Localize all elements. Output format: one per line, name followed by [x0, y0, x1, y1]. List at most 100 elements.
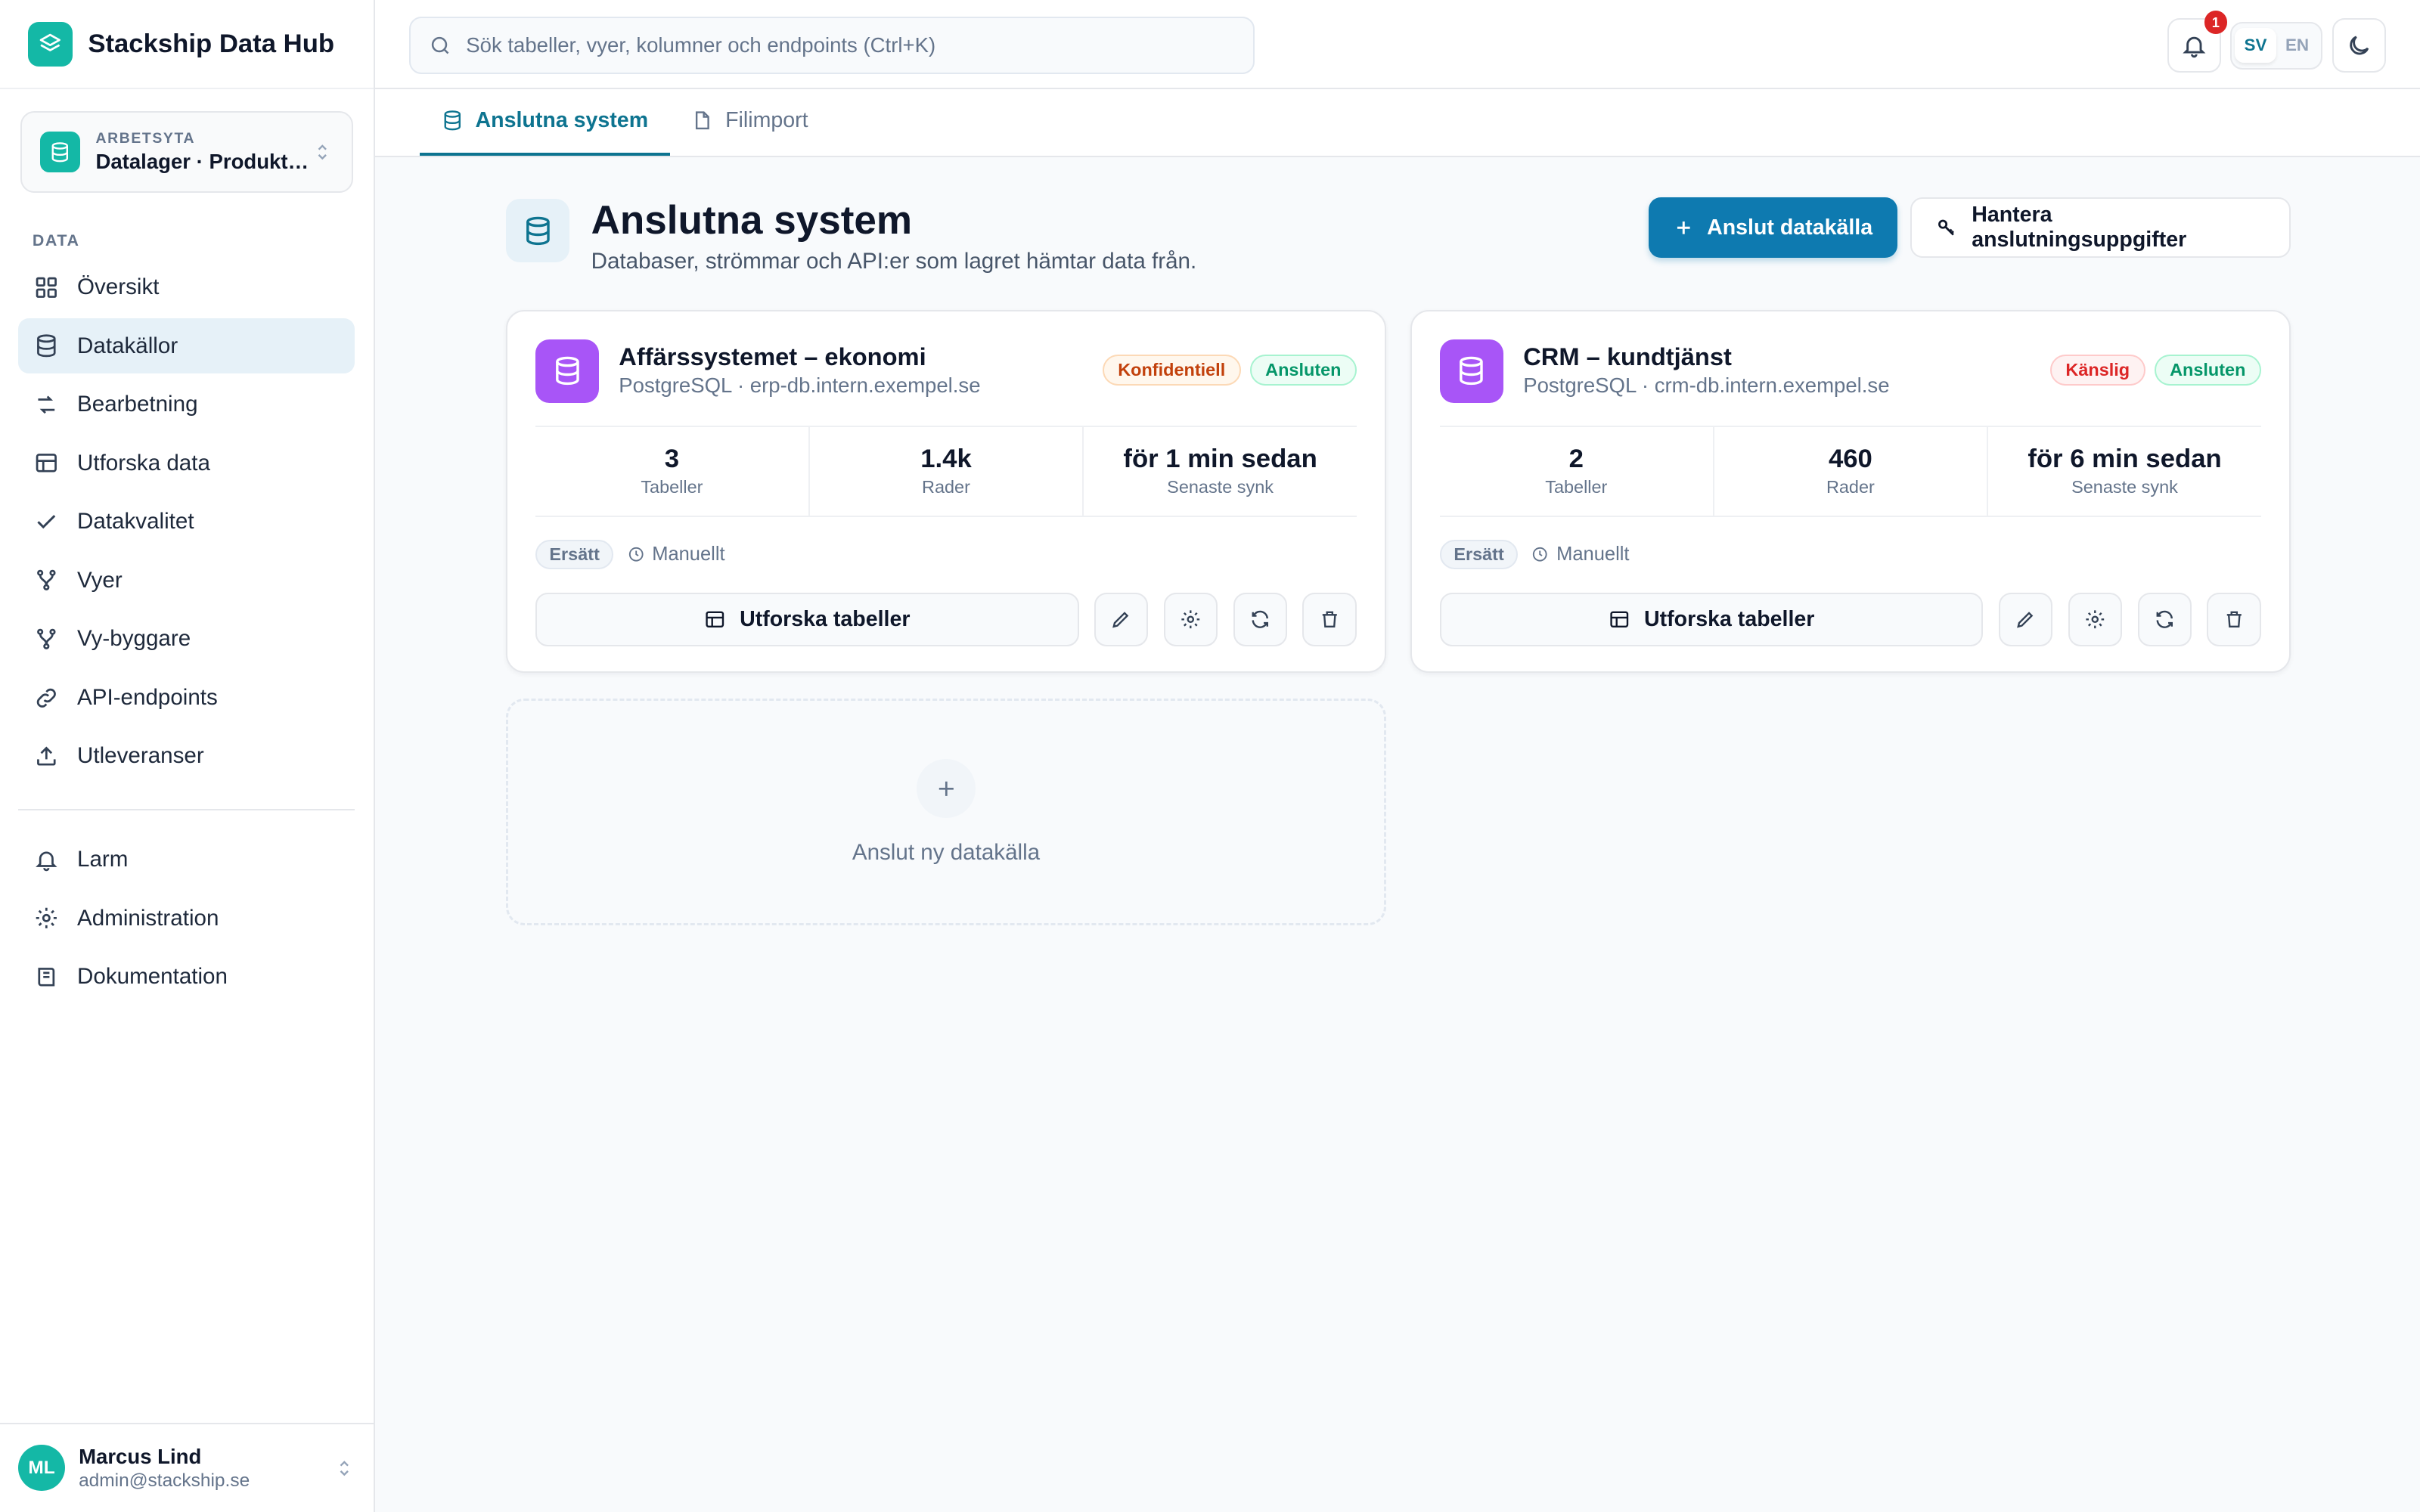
sidebar-item-label: Bearbetning: [77, 392, 198, 417]
upload-icon: [36, 746, 56, 766]
sidebar-item-utforska-data[interactable]: Utforska data: [18, 435, 355, 491]
table-icon: [706, 611, 724, 628]
sidebar-item-vyer[interactable]: Vyer: [18, 553, 355, 608]
mode-tag: Ersätt: [1440, 540, 1519, 569]
connect-source-label: Anslut datakälla: [1707, 215, 1873, 240]
plus-icon: [1677, 221, 1690, 234]
sidebar-item-label: Administration: [77, 905, 219, 931]
key-icon: [1938, 219, 1955, 236]
stat-value: 2: [1568, 445, 1584, 474]
database-icon: [1440, 339, 1503, 403]
pencil-icon: [2017, 612, 2034, 628]
settings-button[interactable]: [1163, 592, 1218, 647]
sidebar-item-label: Dokumentation: [77, 964, 228, 990]
table-icon: [36, 454, 57, 472]
search-box[interactable]: [408, 17, 1255, 74]
sidebar-item-label: Datakällor: [77, 333, 178, 358]
sidebar-item-utleveranser[interactable]: Utleveranser: [18, 729, 355, 784]
user-menu[interactable]: ML Marcus Lind admin@stackship.se: [0, 1422, 374, 1512]
connect-source-button[interactable]: Anslut datakälla: [1648, 197, 1897, 258]
page-subtitle: Databaser, strömmar och API:er som lagre…: [591, 248, 1197, 274]
source-card-crm: CRM – kundtjänst PostgreSQL · crm-db.int…: [1410, 310, 2291, 673]
source-stats: 2 Tabeller 460 Rader för 6 min sedan Senast…: [1440, 426, 2261, 517]
delete-button[interactable]: [2207, 592, 2261, 647]
status-badge: Ansluten: [1249, 355, 1357, 386]
branch-icon: [36, 570, 56, 591]
explore-tables-button[interactable]: Utforska tabeller: [1440, 592, 1984, 647]
sync-button[interactable]: [2137, 592, 2192, 647]
classification-badge: Konfidentiell: [1102, 355, 1241, 386]
sidebar-item-datakallor[interactable]: Datakällor: [18, 318, 355, 374]
add-source-label: Anslut ny datakälla: [852, 839, 1041, 865]
grid-icon: [36, 277, 57, 298]
check-icon: [37, 515, 56, 529]
source-name: CRM – kundtjänst: [1523, 342, 1732, 370]
trash-icon: [1322, 611, 1337, 628]
sidebar-item-administration[interactable]: Administration: [18, 891, 355, 946]
sidebar-item-api-endpoints[interactable]: API-endpoints: [18, 670, 355, 725]
mode-tag: Ersätt: [535, 540, 614, 569]
search-icon: [432, 36, 449, 54]
tab-filimport[interactable]: Filimport: [670, 88, 830, 156]
stat-value: för 1 min sedan: [1123, 445, 1317, 474]
sidebar-item-dokumentation[interactable]: Dokumentation: [18, 950, 355, 1005]
tab-label: Filimport: [725, 107, 808, 132]
delete-button[interactable]: [1302, 592, 1357, 647]
settings-button[interactable]: [2068, 592, 2123, 647]
status-badge: Ansluten: [2154, 355, 2261, 386]
stack-logo-icon: [27, 21, 73, 67]
chevron-updown-icon: [340, 1460, 349, 1476]
page-title: Anslutna system: [591, 198, 913, 243]
sidebar-item-datakvalitet[interactable]: Datakvalitet: [18, 494, 355, 550]
explore-tables-label: Utforska tabeller: [1644, 606, 1815, 631]
database-icon: [36, 334, 56, 358]
lang-en-button[interactable]: EN: [2276, 28, 2319, 63]
sidebar-secondary-nav: Larm Administration Dokumentation: [0, 832, 374, 1005]
workspace-switcher[interactable]: ARBETSYTA Datalager · Produktion: [20, 110, 354, 194]
gear-icon: [2086, 610, 2105, 629]
stat-value: 1.4k: [920, 445, 972, 474]
theme-toggle-button[interactable]: [2332, 18, 2387, 73]
user-email: admin@stackship.se: [79, 1470, 250, 1491]
sidebar-item-bearbetning[interactable]: Bearbetning: [18, 376, 355, 432]
edit-button[interactable]: [1094, 592, 1149, 647]
clock-icon: [628, 547, 644, 562]
schedule-label: Manuellt: [652, 544, 725, 565]
link-icon: [36, 688, 56, 708]
classification-badge: Känslig: [2050, 355, 2145, 386]
sidebar-item-label: Utleveranser: [77, 743, 204, 769]
lang-sv-button[interactable]: SV: [2235, 27, 2276, 64]
topbar: 1 SV EN: [374, 0, 2420, 90]
tab-anslutna-system[interactable]: Anslutna system: [420, 88, 670, 156]
search-input[interactable]: [466, 33, 1207, 58]
sidebar-item-label: Utforska data: [77, 450, 210, 476]
trash-icon: [2226, 611, 2242, 628]
stat-label: Senaste synk: [1167, 477, 1274, 497]
edit-button[interactable]: [1998, 592, 2053, 647]
sidebar-item-label: Larm: [77, 847, 129, 872]
source-card-erp: Affärssystemet – ekonomi PostgreSQL · er…: [506, 310, 1386, 673]
brand[interactable]: Stackship Data Hub: [0, 0, 374, 90]
workspace-label: ARBETSYTA: [95, 130, 196, 147]
sidebar-item-larm[interactable]: Larm: [18, 832, 355, 887]
page-header: Anslutna system Databaser, strömmar och …: [506, 197, 2291, 282]
sync-button[interactable]: [1233, 592, 1288, 647]
moon-icon: [2350, 36, 2369, 55]
notifications-button[interactable]: 1: [2167, 11, 2228, 73]
sidebar-item-vy-byggare[interactable]: Vy-byggare: [18, 612, 355, 667]
source-stats: 3 Tabeller 1.4k Rader för 1 min sedan Senas…: [535, 426, 1357, 517]
tab-bar: Anslutna system Filimport: [374, 88, 2420, 158]
source-name: Affärssystemet – ekonomi: [619, 342, 926, 370]
explore-tables-button[interactable]: Utforska tabeller: [535, 592, 1079, 647]
manage-credentials-button[interactable]: Hantera anslutningsuppgifter: [1910, 197, 2291, 258]
stat-label: Tabeller: [1545, 477, 1608, 497]
database-icon: [40, 132, 81, 172]
database-icon: [444, 110, 461, 131]
user-name: Marcus Lind: [79, 1444, 202, 1468]
bell-icon: [2183, 36, 2206, 58]
section-label-data: DATA: [32, 231, 80, 250]
sidebar-item-label: Vy-byggare: [77, 626, 191, 652]
add-source-card[interactable]: Anslut ny datakälla: [506, 699, 1386, 926]
sidebar-nav: Översikt Datakällor Bearbetning Utforska…: [0, 259, 374, 784]
sidebar-item-oversikt[interactable]: Översikt: [18, 259, 355, 314]
